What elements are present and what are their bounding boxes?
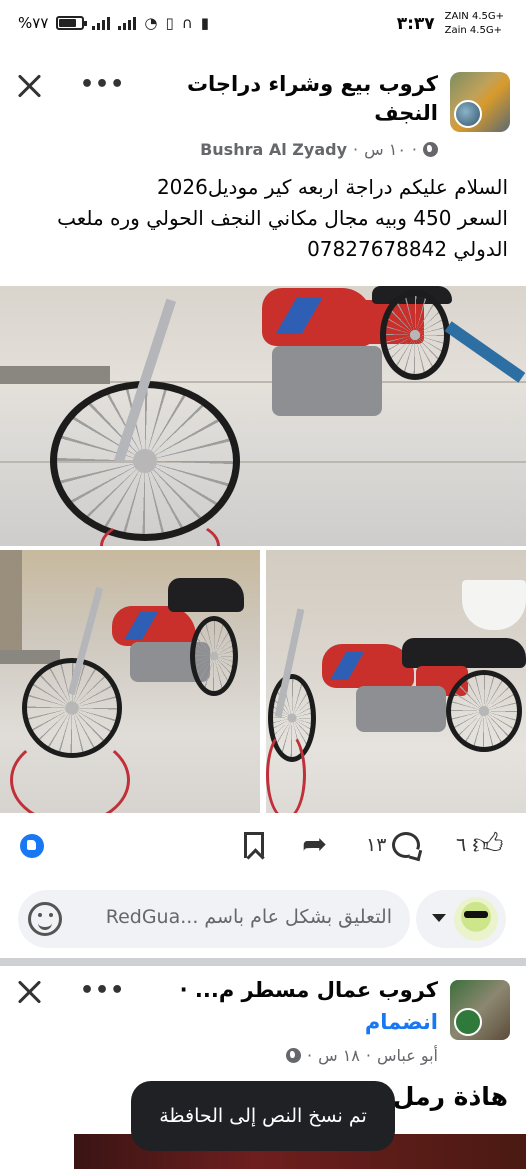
post-text-line: السلام عليكم دراجة اربعه كير موديل2026: [156, 175, 508, 199]
post-meta: Bushra Al Zyady · ١٠ س ·: [200, 140, 438, 159]
post-meta: أبو عباس · ١٨ س ·: [285, 1046, 438, 1065]
meta-separator: ·: [306, 1046, 313, 1065]
like-reaction-icon[interactable]: [20, 834, 44, 858]
status-bar: %٧٧ ◔ ▯ ∩ ▮ ٣:٣٧ ZAIN 4.5G+ Zain 4.5G+: [0, 0, 526, 52]
share-icon: ➦: [302, 827, 328, 862]
post-time: ١٠ س: [364, 140, 406, 159]
chevron-down-icon: [432, 914, 446, 922]
post-photo-main[interactable]: [0, 286, 526, 546]
like-count: ٦: [456, 834, 467, 856]
post-photo-3[interactable]: [266, 550, 526, 813]
wifi-icon: ◔: [144, 14, 158, 32]
share-button[interactable]: ➦: [302, 830, 327, 860]
bookmark-icon: [244, 832, 264, 858]
toast-message: تم نسخ النص إلى الحافظة: [131, 1081, 395, 1151]
comment-icon: [392, 832, 421, 858]
status-right: ٣:٣٧ ZAIN 4.5G+ Zain 4.5G+: [397, 10, 504, 38]
engine: [356, 686, 446, 732]
rear-wheel: [190, 616, 238, 696]
engine: [272, 346, 382, 416]
globe-icon: [285, 1048, 301, 1063]
join-button[interactable]: انضمام: [365, 1010, 438, 1034]
network-label-2: Zain 4.5G+: [444, 25, 502, 36]
close-icon[interactable]: [14, 70, 46, 102]
rear-wheel: [380, 290, 450, 380]
comment-composer: التعليق بشكل عام باسم ...RedGua: [18, 890, 506, 948]
close-icon[interactable]: [14, 976, 46, 1008]
group-avatar[interactable]: [450, 72, 510, 132]
fuel-tank: [112, 606, 196, 646]
signal-icon: [92, 16, 111, 30]
meta-separator: ·: [411, 140, 417, 159]
post-text-line: الدولي 07827678842: [307, 237, 508, 261]
battery-icon: [56, 16, 88, 30]
feed-divider: [0, 958, 526, 966]
author-avatar[interactable]: [454, 100, 482, 128]
battery-fill: [59, 19, 77, 27]
rear-wheel: [446, 670, 522, 752]
emoji-icon[interactable]: [28, 902, 62, 936]
post-time: ١٨ س: [318, 1046, 360, 1065]
meta-separator: ·: [353, 140, 359, 159]
post-header: ••• كروب بيع وشراء دراجات النجف Bushra A…: [0, 60, 526, 168]
save-button[interactable]: [244, 832, 264, 858]
comment-count: ١٣: [366, 834, 387, 856]
battery-percent: %٧٧: [18, 14, 49, 32]
meta-separator: ·: [365, 1046, 371, 1065]
network-label-1: ZAIN 4.5G+: [444, 11, 504, 22]
comment-placeholder: التعليق بشكل عام باسم ...RedGua: [105, 906, 392, 928]
author-name[interactable]: أبو عباس: [377, 1046, 438, 1065]
comment-input[interactable]: التعليق بشكل عام باسم ...RedGua: [18, 890, 410, 948]
persona-switcher[interactable]: [416, 890, 506, 948]
persona-avatar: [454, 897, 498, 941]
like-button[interactable]: ٦ 👍︎: [456, 830, 504, 860]
floor-drain: [0, 366, 110, 384]
wash-basin: [462, 580, 526, 630]
fuel-tank: [322, 644, 414, 688]
broom: [444, 321, 526, 383]
door-frame: [0, 550, 22, 660]
post-text: السلام عليكم دراجة اربعه كير موديل2026 ا…: [18, 172, 508, 265]
seat: [168, 578, 244, 612]
author-avatar[interactable]: [454, 1008, 482, 1036]
globe-icon: [423, 142, 438, 157]
network-labels: ZAIN 4.5G+ Zain 4.5G+: [445, 10, 504, 38]
clock: ٣:٣٧: [396, 14, 435, 34]
comment-button[interactable]: ١٣: [366, 832, 421, 858]
group-name[interactable]: كروب بيع وشراء دراجات النجف: [138, 70, 438, 128]
more-icon[interactable]: •••: [80, 978, 125, 1003]
group-name[interactable]: كروب عمال مسطر م... ·: [180, 978, 438, 1002]
signal-icon-2: [118, 16, 137, 30]
vibrate-icon: ▯: [165, 14, 174, 32]
post-text-line: السعر 450 وبيه مجال مكاني النجف الحولي و…: [57, 206, 508, 230]
water-hose: [266, 730, 306, 813]
seat: [402, 638, 526, 668]
more-icon[interactable]: •••: [80, 72, 125, 97]
thumbs-up-icon: 👍︎: [472, 827, 504, 862]
headphones-icon: ∩: [181, 14, 193, 32]
water-hose: [10, 735, 130, 813]
status-left: %٧٧ ◔ ▯ ∩ ▮: [18, 14, 209, 32]
author-name[interactable]: Bushra Al Zyady: [200, 140, 347, 159]
post-photo-2[interactable]: [0, 550, 260, 813]
reactions-bar: ➦ ١٣ ٦ 👍︎: [0, 822, 526, 872]
notification-icon: ▮: [200, 14, 209, 32]
group-avatar[interactable]: [450, 980, 510, 1040]
